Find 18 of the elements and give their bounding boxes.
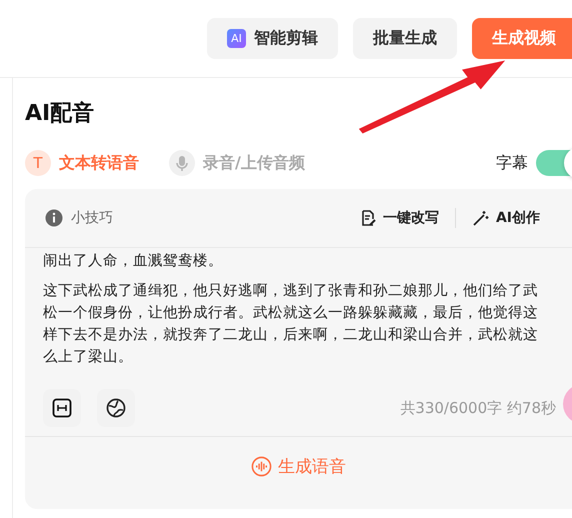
smart-edit-button[interactable]: AI 智能剪辑	[207, 18, 338, 59]
editor-action-button[interactable]: AI创作	[472, 209, 540, 227]
sound-wave-icon	[251, 456, 272, 476]
pause-insert-button[interactable]	[43, 389, 81, 427]
batch-generate-button[interactable]: 批量生成	[353, 18, 457, 59]
globe-button[interactable]	[97, 389, 135, 427]
section-title: AI配音	[25, 100, 96, 128]
pause-icon	[52, 398, 72, 418]
character-counter: 共330/6000字 约78秒	[400, 398, 556, 418]
globe-icon	[106, 398, 126, 418]
subtitle-label: 字幕	[496, 152, 528, 174]
ai-badge-icon: AI	[227, 29, 246, 48]
info-icon	[45, 209, 63, 227]
magic-wand-icon	[472, 209, 490, 227]
editor-action-button[interactable]: 一键改写	[358, 209, 439, 227]
microphone-icon	[169, 150, 195, 176]
text-input-field[interactable]: 闹出了人命，血溅鸳鸯楼。 这下武松成了通缉犯，他只好逃啊，逃到了张青和孙二娘那儿，他们给了武松一个假身份，让他扮成行者。武松就这么一路躲躲藏藏，最后，他觉得这样下去不是办法，就投奔了二龙山，后来啊，二龙山和梁山合并，武松就这么上了梁山。	[25, 248, 572, 380]
tips-link[interactable]: 小技巧	[71, 209, 113, 227]
